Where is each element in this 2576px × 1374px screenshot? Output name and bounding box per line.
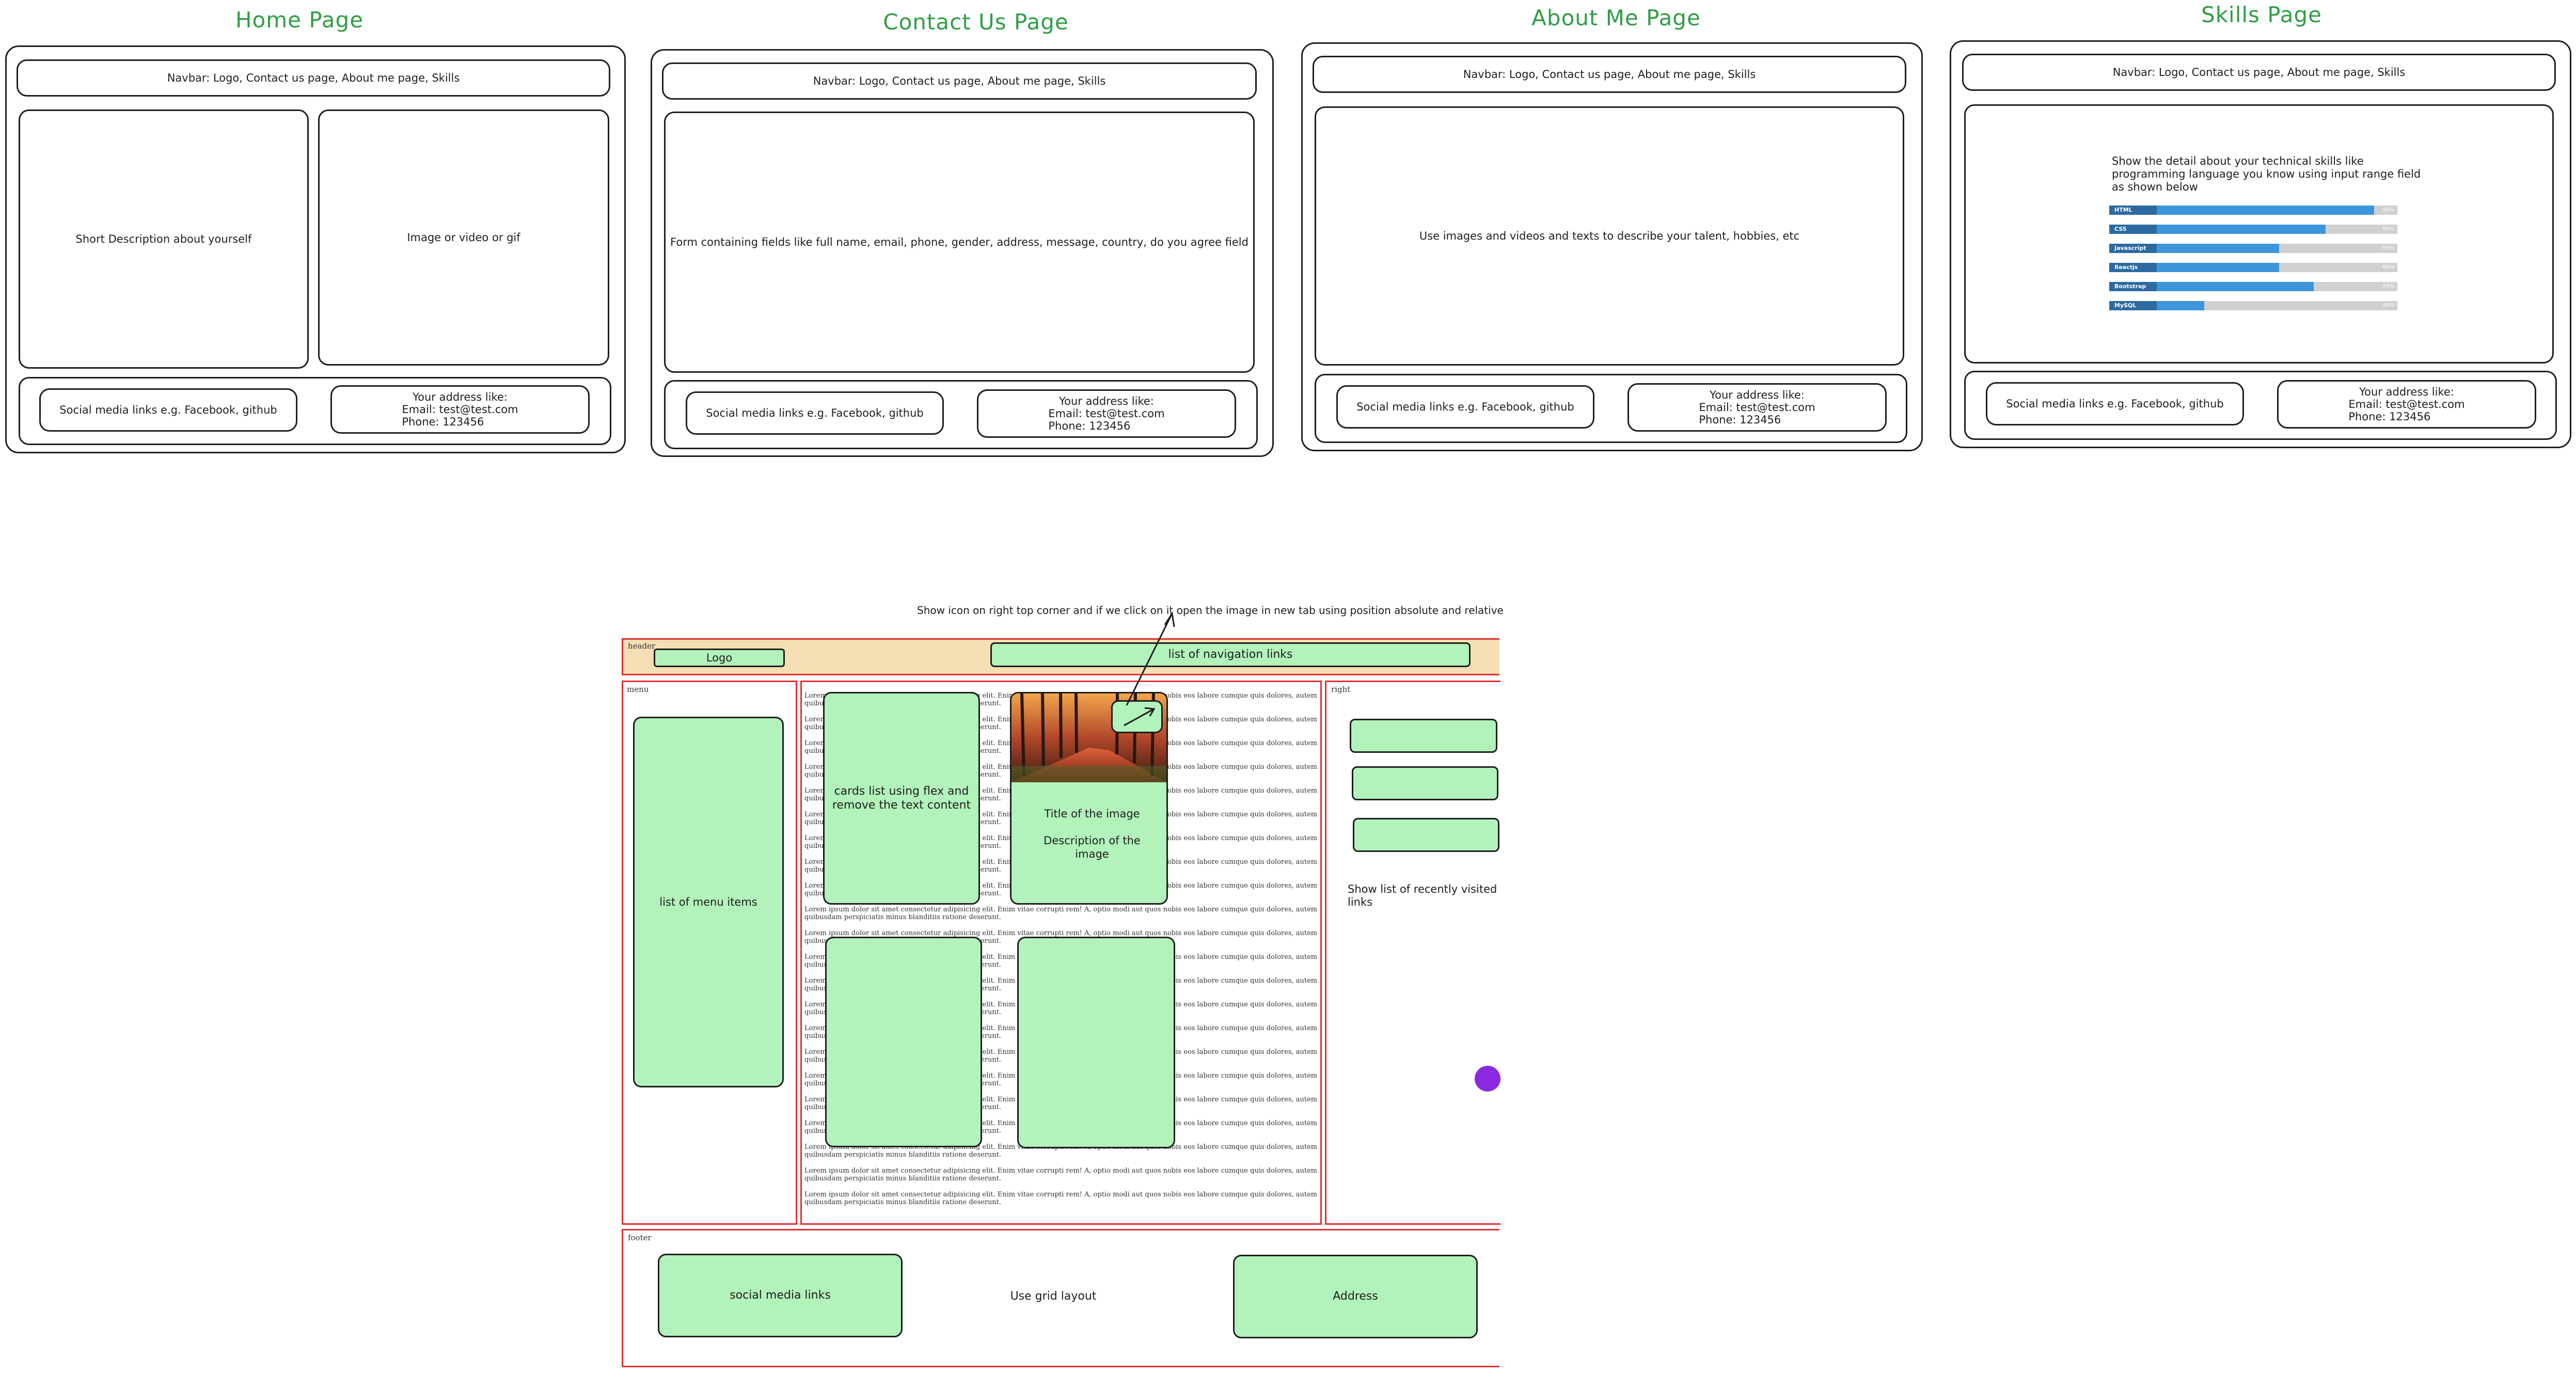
wf-card-description: Description of the image <box>1044 834 1141 861</box>
skill-bar[interactable]: Javascript 65% <box>2109 244 2397 253</box>
floating-action-button[interactable] <box>1475 1066 1500 1092</box>
skill-percent: 55% <box>2382 283 2394 289</box>
wf-card-3[interactable] <box>825 937 982 1147</box>
annotation-arrow <box>1126 611 1175 706</box>
lorem-paragraph: Lorem ipsum dolor sit amet consectetur a… <box>804 906 1318 921</box>
skill-bar[interactable]: MySQL 40% <box>2109 301 2397 310</box>
wf-footer-address[interactable]: Address <box>1233 1255 1478 1338</box>
skill-percent: 65% <box>2382 245 2394 251</box>
address-line: Phone: 123456 <box>402 416 484 429</box>
address-line: Your address like: <box>1710 388 1805 401</box>
skill-percent: 90% <box>2382 207 2394 213</box>
contact-navbar: Navbar: Logo, Contact us page, About me … <box>662 62 1257 100</box>
contact-form-box: Form containing fields like full name, e… <box>664 112 1255 373</box>
address-line: Email: test@test.com <box>2348 398 2465 410</box>
address-line: Email: test@test.com <box>1699 401 1815 414</box>
wf-right-label: right <box>1331 685 1351 694</box>
address-line: Your address like: <box>2359 385 2454 398</box>
about-navbar: Navbar: Logo, Contact us page, About me … <box>1313 56 1906 93</box>
address-line: Your address like: <box>1059 394 1154 407</box>
wf-card-4[interactable] <box>1017 937 1175 1148</box>
wf-logo[interactable]: Logo <box>654 649 785 667</box>
wf-footer-social[interactable]: social media links <box>658 1254 903 1337</box>
home-media-box: Image or video or gif <box>318 109 609 366</box>
about-address: Your address like: Email: test@test.com … <box>1627 383 1887 432</box>
contact-address: Your address like: Email: test@test.com … <box>977 389 1236 438</box>
skills-social-links: Social media links e.g. Facebook, github <box>1986 382 2244 425</box>
skill-bar[interactable]: Bootstrap 55% <box>2109 282 2397 291</box>
home-address: Your address like: Email: test@test.com … <box>330 385 590 434</box>
lorem-paragraph: Lorem ipsum dolor sit amet consectetur a… <box>804 1191 1318 1206</box>
wf-menu-items[interactable]: list of menu items <box>633 717 784 1087</box>
skill-name: Javascript <box>2109 244 2157 253</box>
wf-recent-link-3[interactable] <box>1353 818 1499 852</box>
skill-percent: 80% <box>2382 226 2394 232</box>
about-content-box: Use images and videos and texts to descr… <box>1315 106 1904 366</box>
icon-annotation: Show icon on right top corner and if we … <box>917 604 1504 617</box>
home-navbar: Navbar: Logo, Contact us page, About me … <box>17 59 610 97</box>
wf-card-title: Title of the image <box>1044 808 1140 820</box>
address-line: Phone: 123456 <box>2348 410 2431 423</box>
skill-percent: 60% <box>2382 264 2394 270</box>
skills-description: Show the detail about your technical ski… <box>2112 155 2421 194</box>
address-line: Your address like: <box>413 390 508 403</box>
skill-name: Reactjs <box>2109 263 2157 272</box>
skill-name: MySQL <box>2109 301 2157 310</box>
skills-navbar: Navbar: Logo, Contact us page, About me … <box>1962 54 2556 91</box>
wf-footer-label: footer <box>628 1233 652 1242</box>
wf-menu-label: menu <box>627 685 649 694</box>
address-line: Phone: 123456 <box>1699 414 1781 427</box>
skill-bar[interactable]: Reactjs 60% <box>2109 263 2397 272</box>
skill-name: Bootstrap <box>2109 282 2157 291</box>
wf-header-label: header <box>628 641 656 651</box>
wf-right-column <box>1325 681 1500 1225</box>
address-line: Email: test@test.com <box>1048 407 1165 420</box>
skills-bars: HTML 90% CSS 80% Javascript 65% Reactjs 60% Boot… <box>2109 206 2397 314</box>
wf-card-note[interactable]: cards list using flex and remove the tex… <box>823 692 980 905</box>
skill-name: CSS <box>2109 225 2157 234</box>
home-page-title: Home Page <box>235 7 364 33</box>
about-page-title: About Me Page <box>1531 5 1701 30</box>
wf-recent-note: Show list of recently visited links <box>1348 883 1497 909</box>
skill-percent: 40% <box>2382 303 2394 308</box>
contact-social-links: Social media links e.g. Facebook, github <box>686 391 944 435</box>
skill-bar[interactable]: HTML 90% <box>2109 206 2397 215</box>
skills-page-title: Skills Page <box>2201 2 2322 27</box>
wf-recent-link-1[interactable] <box>1350 719 1497 753</box>
wf-footer-grid-note: Use grid layout <box>1010 1290 1097 1303</box>
skill-name: HTML <box>2109 206 2157 215</box>
address-line: Phone: 123456 <box>1048 420 1131 433</box>
skill-bar[interactable]: CSS 80% <box>2109 225 2397 234</box>
wf-navigation-links[interactable]: list of navigation links <box>990 642 1471 667</box>
contact-page-title: Contact Us Page <box>883 9 1069 35</box>
wf-recent-link-2[interactable] <box>1352 766 1498 800</box>
skills-address: Your address like: Email: test@test.com … <box>2277 380 2536 429</box>
home-social-links: Social media links e.g. Facebook, github <box>39 388 297 432</box>
lorem-paragraph: Lorem ipsum dolor sit amet consectetur a… <box>804 1167 1318 1182</box>
about-social-links: Social media links e.g. Facebook, github <box>1336 385 1594 429</box>
address-line: Email: test@test.com <box>402 403 518 416</box>
home-description-box: Short Description about yourself <box>19 109 309 369</box>
